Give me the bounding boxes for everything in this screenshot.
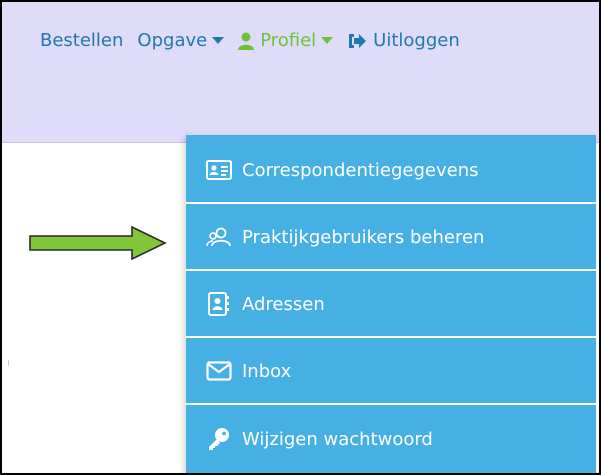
users-icon — [206, 225, 232, 249]
profile-dropdown-menu: Correspondentiegegevens Praktijkgebruike… — [186, 135, 596, 473]
address-book-icon — [206, 292, 232, 316]
menu-item-label: Wijzigen wachtwoord — [242, 428, 433, 450]
nav-uitloggen-label: Uitloggen — [373, 30, 460, 51]
menu-item-label: Inbox — [242, 360, 292, 382]
stray-mark — [8, 360, 9, 366]
nav-uitloggen[interactable]: Uitloggen — [347, 30, 460, 51]
user-icon — [238, 32, 255, 50]
nav-bestellen[interactable]: Bestellen — [40, 30, 123, 51]
chevron-down-icon — [321, 36, 334, 44]
menu-item-adressen[interactable]: Adressen — [186, 272, 596, 338]
sign-out-icon — [347, 32, 367, 50]
nav-links: Bestellen Opgave Profiel Uitloggen — [40, 30, 474, 51]
menu-item-correspondentiegegevens[interactable]: Correspondentiegegevens — [186, 138, 596, 204]
nav-profiel-label: Profiel — [260, 30, 317, 51]
menu-item-label: Adressen — [242, 293, 325, 315]
contact-card-icon — [206, 158, 232, 182]
menu-item-inbox[interactable]: Inbox — [186, 339, 596, 405]
chevron-down-icon — [212, 36, 225, 44]
screenshot-frame: Bestellen Opgave Profiel Uitloggen Corre… — [0, 0, 601, 475]
nav-profiel[interactable]: Profiel — [238, 30, 334, 51]
menu-item-praktijkgebruikers-beheren[interactable]: Praktijkgebruikers beheren — [186, 205, 596, 271]
nav-opgave-label: Opgave — [137, 30, 208, 51]
menu-item-label: Correspondentiegegevens — [242, 159, 479, 181]
envelope-icon — [206, 359, 232, 383]
menu-item-label: Praktijkgebruikers beheren — [242, 226, 485, 248]
key-icon — [206, 427, 232, 451]
nav-bestellen-label: Bestellen — [40, 30, 124, 51]
pointer-arrow-icon — [29, 226, 167, 260]
top-navbar: Bestellen Opgave Profiel Uitloggen — [2, 2, 599, 143]
menu-item-wijzigen-wachtwoord[interactable]: Wijzigen wachtwoord — [186, 406, 596, 472]
nav-opgave[interactable]: Opgave — [137, 30, 225, 51]
